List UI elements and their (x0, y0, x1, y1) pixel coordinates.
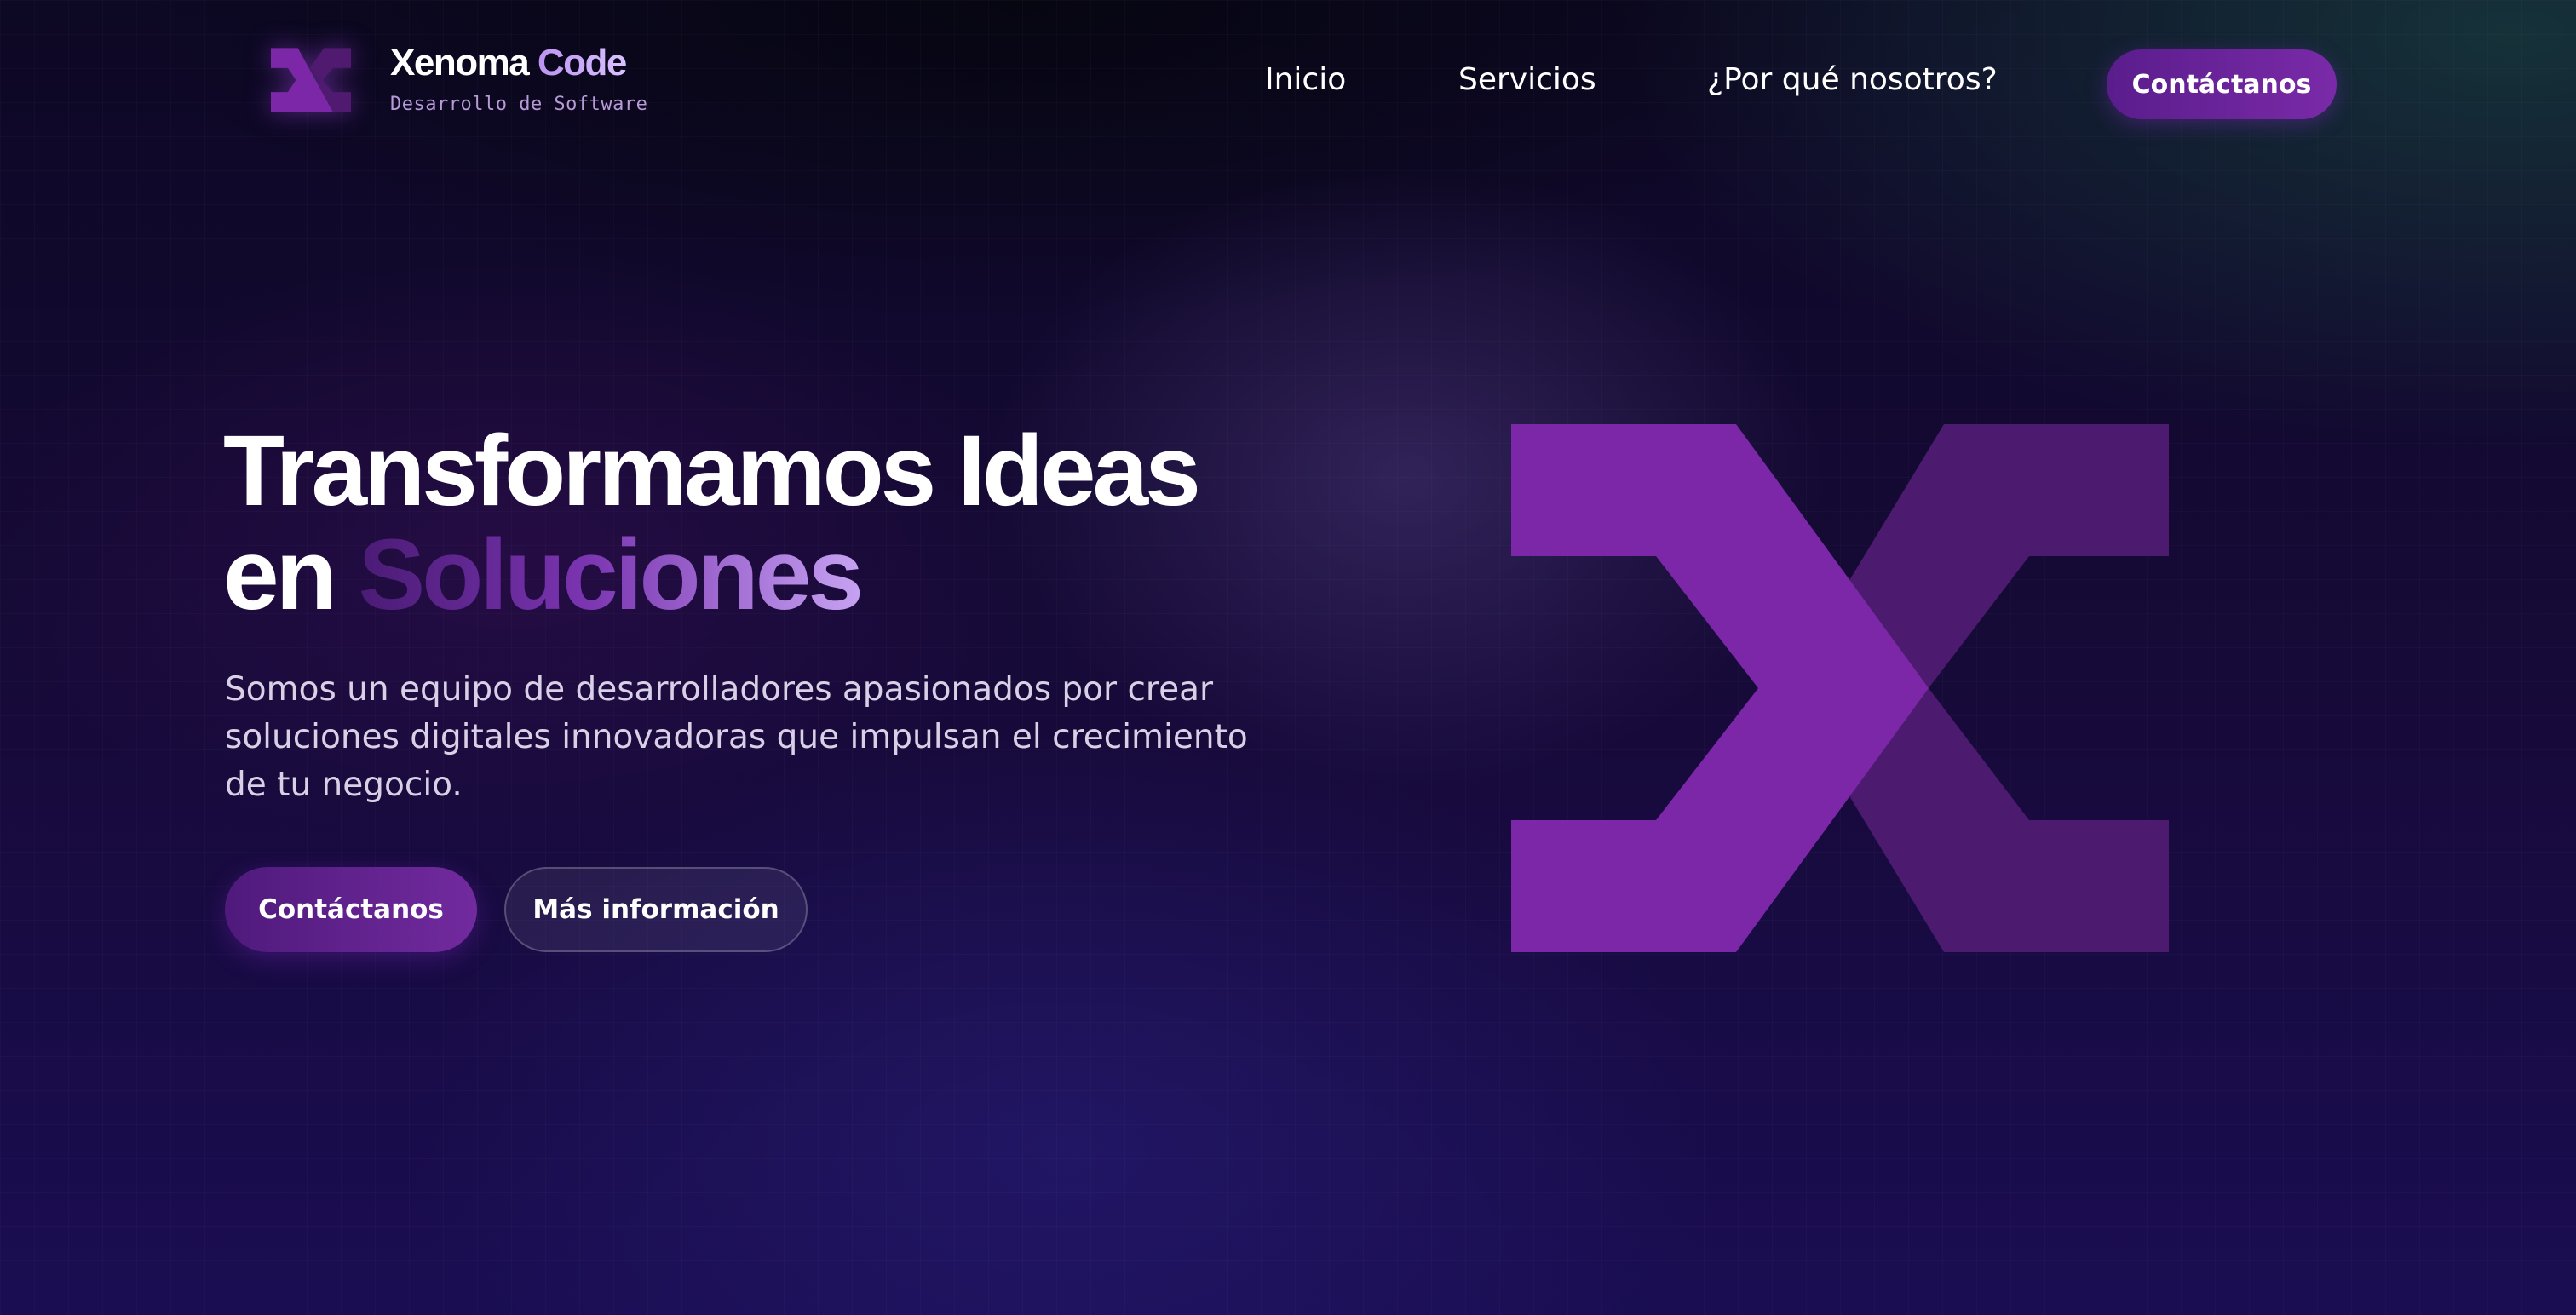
site-header: Xenoma Code Desarrollo de Software Inici… (0, 0, 2576, 170)
background-grid (0, 0, 2576, 1315)
hero-title-line1: Transformamos Ideas (223, 415, 1201, 527)
hero-title-highlight: Soluciones (358, 519, 864, 631)
hero-description: Somos un equipo de desarrolladores apasi… (225, 670, 1248, 804)
hero-title-line2-prefix: en (223, 519, 359, 631)
nav-contact-button[interactable]: Contáctanos (2107, 49, 2337, 119)
main-nav: Inicio Servicios ¿Por qué nosotros? Cont… (0, 49, 2576, 121)
hero-more-info-button[interactable]: Más información (504, 867, 808, 952)
hero-contact-button[interactable]: Contáctanos (225, 867, 477, 952)
nav-link-servicios[interactable]: Servicios (1458, 63, 1596, 97)
hero-title: Transformamos Ideas en Soluciones (223, 419, 1201, 627)
x-logo-icon (1511, 424, 2169, 952)
nav-link-inicio[interactable]: Inicio (1265, 63, 1346, 97)
nav-link-por-que-nosotros[interactable]: ¿Por qué nosotros? (1707, 63, 1998, 97)
